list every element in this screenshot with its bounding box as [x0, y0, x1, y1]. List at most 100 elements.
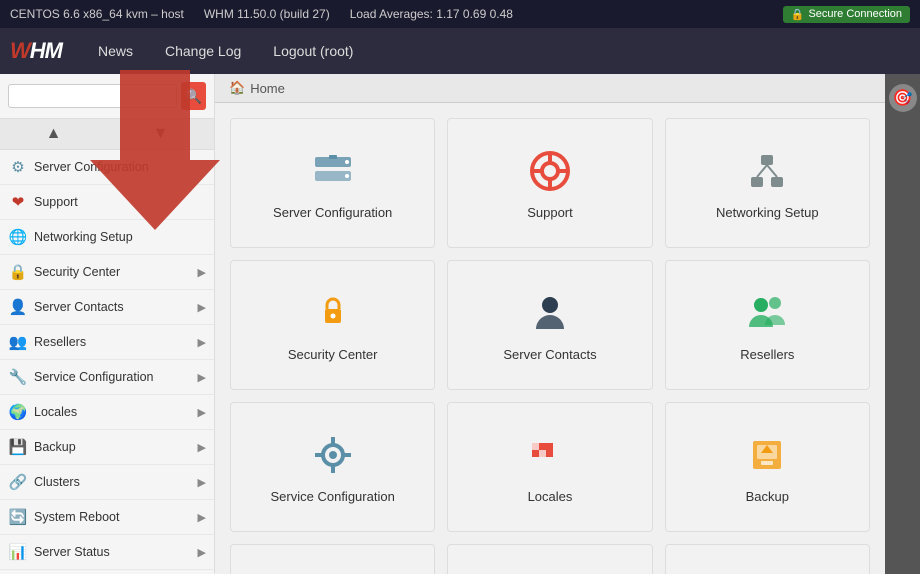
backup-tile-icon [743, 431, 791, 479]
grid-tile-service-configuration[interactable]: Service Configuration [230, 402, 435, 532]
networking-setup-icon: 🌐 [8, 227, 28, 247]
grid-tile-bottom-3[interactable] [665, 544, 870, 574]
server-contacts-tile-icon [526, 289, 574, 337]
support-tile-label: Support [527, 205, 573, 220]
sidebar-item-resellers[interactable]: 👥 Resellers ▶ [0, 325, 214, 360]
service-configuration-tile-label: Service Configuration [271, 489, 395, 504]
nav-changelog[interactable]: Change Log [159, 39, 247, 63]
home-icon: 🏠 [229, 80, 245, 96]
sidebar-item-system-reboot[interactable]: 🔄 System Reboot ▶ [0, 500, 214, 535]
breadcrumb-label: Home [250, 81, 285, 96]
sidebar-down-button[interactable]: ▼ [107, 119, 214, 149]
support-icon: ❤ [8, 192, 28, 212]
locales-tile-label: Locales [528, 489, 573, 504]
backup-icon: 💾 [8, 437, 28, 457]
main-layout: 🔍 ▲ ▼ ⚙Server Configuration❤Support🌐Netw… [0, 74, 920, 574]
resellers-tile-icon [743, 289, 791, 337]
sidebar-item-label-security-center: Security Center [34, 265, 120, 279]
sidebar-item-arrow-server-contacts: ▶ [198, 301, 206, 314]
sidebar-nav-arrows: ▲ ▼ [0, 119, 214, 150]
clusters-icon: 🔗 [8, 472, 28, 492]
sidebar-item-arrow-security-center: ▶ [198, 266, 206, 279]
sidebar-item-arrow-service-configuration: ▶ [198, 371, 206, 384]
server-configuration-tile-label: Server Configuration [273, 205, 392, 220]
lock-icon: 🔒 [791, 8, 805, 21]
sidebar-items: ⚙ Server Configuration ❤Support🌐Networking… [0, 150, 214, 574]
search-button[interactable]: 🔍 [181, 82, 206, 110]
sidebar-item-networking-setup[interactable]: 🌐Networking Setup [0, 220, 214, 255]
breadcrumb: 🏠 Home [215, 74, 885, 103]
server-configuration-tile-icon [309, 147, 357, 195]
sidebar-item-label-resellers: Resellers [34, 335, 86, 349]
sidebar-item-clusters[interactable]: 🔗 Clusters ▶ [0, 465, 214, 500]
sidebar-item-server-status[interactable]: 📊 Server Status ▶ [0, 535, 214, 570]
grid-tile-bottom-2[interactable] [447, 544, 652, 574]
sidebar-up-button[interactable]: ▲ [0, 119, 107, 149]
grid-tile-locales[interactable]: Locales [447, 402, 652, 532]
load-averages: Load Averages: 1.17 0.69 0.48 [350, 7, 513, 21]
server-info: CENTOS 6.6 x86_64 kvm – host [10, 7, 184, 21]
grid-tile-networking-setup[interactable]: Networking Setup [665, 118, 870, 248]
sidebar: 🔍 ▲ ▼ ⚙ Server Configuration ❤Support🌐Netw… [0, 74, 215, 574]
right-widget-button[interactable]: 🎯 [889, 84, 917, 112]
networking-setup-tile-label: Networking Setup [716, 205, 819, 220]
top-bar-info: CENTOS 6.6 x86_64 kvm – host WHM 11.50.0… [10, 7, 513, 21]
sidebar-item-label-backup: Backup [34, 440, 76, 454]
grid-tile-backup[interactable]: Backup [665, 402, 870, 532]
nav-bar: WHM News Change Log Logout (root) [0, 28, 920, 74]
sidebar-item-label-locales: Locales [34, 405, 77, 419]
whm-logo: WHM [10, 38, 62, 64]
search-bar: 🔍 [0, 74, 214, 119]
top-bar-right: 🔒 Secure Connection [783, 6, 910, 23]
grid-tile-security-center[interactable]: Security Center [230, 260, 435, 390]
sidebar-item-support[interactable]: ❤Support [0, 185, 214, 220]
networking-setup-tile-icon [743, 147, 791, 195]
grid-tile-resellers[interactable]: Resellers [665, 260, 870, 390]
grid-tile-server-contacts[interactable]: Server Contacts [447, 260, 652, 390]
grid-content: Server Configuration Support Networking Se… [215, 103, 885, 574]
sidebar-item-label-system-reboot: System Reboot [34, 510, 119, 524]
sidebar-item-locales[interactable]: 🌍Locales▶ [0, 395, 214, 430]
nav-news[interactable]: News [92, 39, 139, 63]
sidebar-item-arrow-server-status: ▶ [198, 546, 206, 559]
top-bar: CENTOS 6.6 x86_64 kvm – host WHM 11.50.0… [0, 0, 920, 28]
sidebar-item-arrow-backup: ▶ [198, 441, 206, 454]
sidebar-item-server-contacts[interactable]: 👤 Server Contacts ▶ [0, 290, 214, 325]
security-center-tile-icon [309, 289, 357, 337]
resellers-icon: 👥 [8, 332, 28, 352]
grid-tile-support[interactable]: Support [447, 118, 652, 248]
server-configuration-icon: ⚙ [8, 157, 28, 177]
nav-logout[interactable]: Logout (root) [267, 39, 359, 63]
locales-icon: 🌍 [8, 402, 28, 422]
security-center-tile-label: Security Center [288, 347, 378, 362]
server-status-icon: 📊 [8, 542, 28, 562]
content-area: 🏠 Home Server Configuration Support Networ… [215, 74, 885, 574]
server-contacts-icon: 👤 [8, 297, 28, 317]
service-configuration-icon: 🔧 [8, 367, 28, 387]
sidebar-item-server-configuration[interactable]: ⚙ Server Configuration [0, 150, 214, 185]
sidebar-item-label-server-configuration: Server Configuration [34, 160, 149, 174]
system-reboot-icon: 🔄 [8, 507, 28, 527]
locales-tile-icon [526, 431, 574, 479]
sidebar-item-label-server-contacts: Server Contacts [34, 300, 124, 314]
sidebar-item-label-server-status: Server Status [34, 545, 110, 559]
sidebar-item-security-center[interactable]: 🔒 Security Center ▶ [0, 255, 214, 290]
sidebar-item-label-service-configuration: Service Configuration [34, 370, 154, 384]
secure-label: Secure Connection [808, 8, 902, 20]
service-configuration-tile-icon [309, 431, 357, 479]
whm-version: WHM 11.50.0 (build 27) [204, 7, 330, 21]
resellers-tile-label: Resellers [740, 347, 794, 362]
grid-tile-bottom-1[interactable] [230, 544, 435, 574]
sidebar-item-account-information[interactable]: 👤Account Information▶ [0, 570, 214, 574]
sidebar-item-arrow-resellers: ▶ [198, 336, 206, 349]
sidebar-item-service-configuration[interactable]: 🔧 Service Configuration ▶ [0, 360, 214, 395]
sidebar-item-label-clusters: Clusters [34, 475, 80, 489]
backup-tile-label: Backup [746, 489, 789, 504]
sidebar-item-arrow-clusters: ▶ [198, 476, 206, 489]
sidebar-item-backup[interactable]: 💾 Backup ▶ [0, 430, 214, 465]
sidebar-item-arrow-system-reboot: ▶ [198, 511, 206, 524]
security-center-icon: 🔒 [8, 262, 28, 282]
grid-tile-server-configuration[interactable]: Server Configuration [230, 118, 435, 248]
search-input[interactable] [8, 84, 177, 108]
secure-badge: 🔒 Secure Connection [783, 6, 910, 23]
